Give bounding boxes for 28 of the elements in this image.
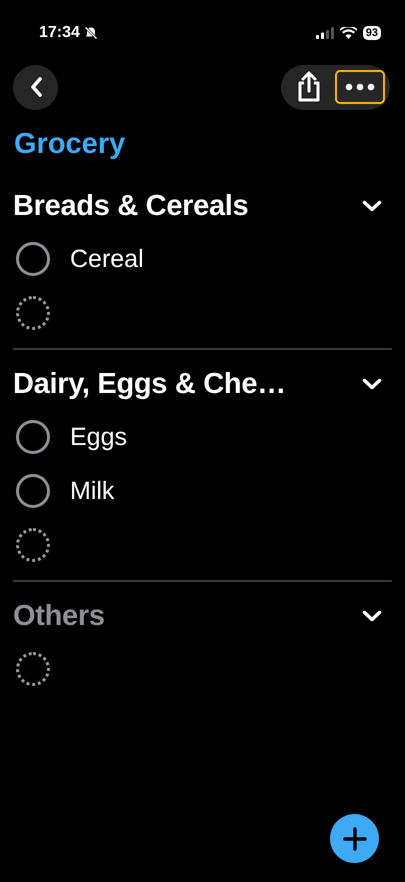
plus-icon xyxy=(342,826,366,850)
more-icon xyxy=(345,83,375,91)
section-title: Breads & Cereals xyxy=(13,190,248,222)
add-button[interactable] xyxy=(330,814,379,863)
chevron-left-icon xyxy=(28,76,42,98)
signal-icon xyxy=(316,27,334,39)
bell-slash-icon xyxy=(84,26,98,40)
item-label: Cereal xyxy=(70,244,144,274)
wifi-icon xyxy=(340,27,357,39)
chevron-down-icon xyxy=(362,200,382,212)
list-title: Grocery xyxy=(14,128,126,160)
chevron-down-icon xyxy=(362,610,382,622)
battery-level: 93 xyxy=(362,26,381,40)
checkbox-circle[interactable] xyxy=(16,474,50,508)
section-title: Dairy, Eggs & Che… xyxy=(13,368,286,400)
clock-time: 17:34 xyxy=(39,24,80,42)
new-item-circle[interactable] xyxy=(16,652,50,686)
more-button[interactable] xyxy=(335,70,385,104)
checkbox-circle[interactable] xyxy=(16,420,50,454)
item-label: Milk xyxy=(70,476,114,506)
new-item-circle[interactable] xyxy=(16,296,50,330)
checkbox-circle[interactable] xyxy=(16,242,50,276)
back-button[interactable] xyxy=(13,64,58,110)
share-icon xyxy=(296,71,322,103)
new-item-circle[interactable] xyxy=(16,528,50,562)
item-label: Eggs xyxy=(70,422,127,452)
chevron-down-icon xyxy=(362,378,382,390)
section-title: Others xyxy=(13,600,105,632)
